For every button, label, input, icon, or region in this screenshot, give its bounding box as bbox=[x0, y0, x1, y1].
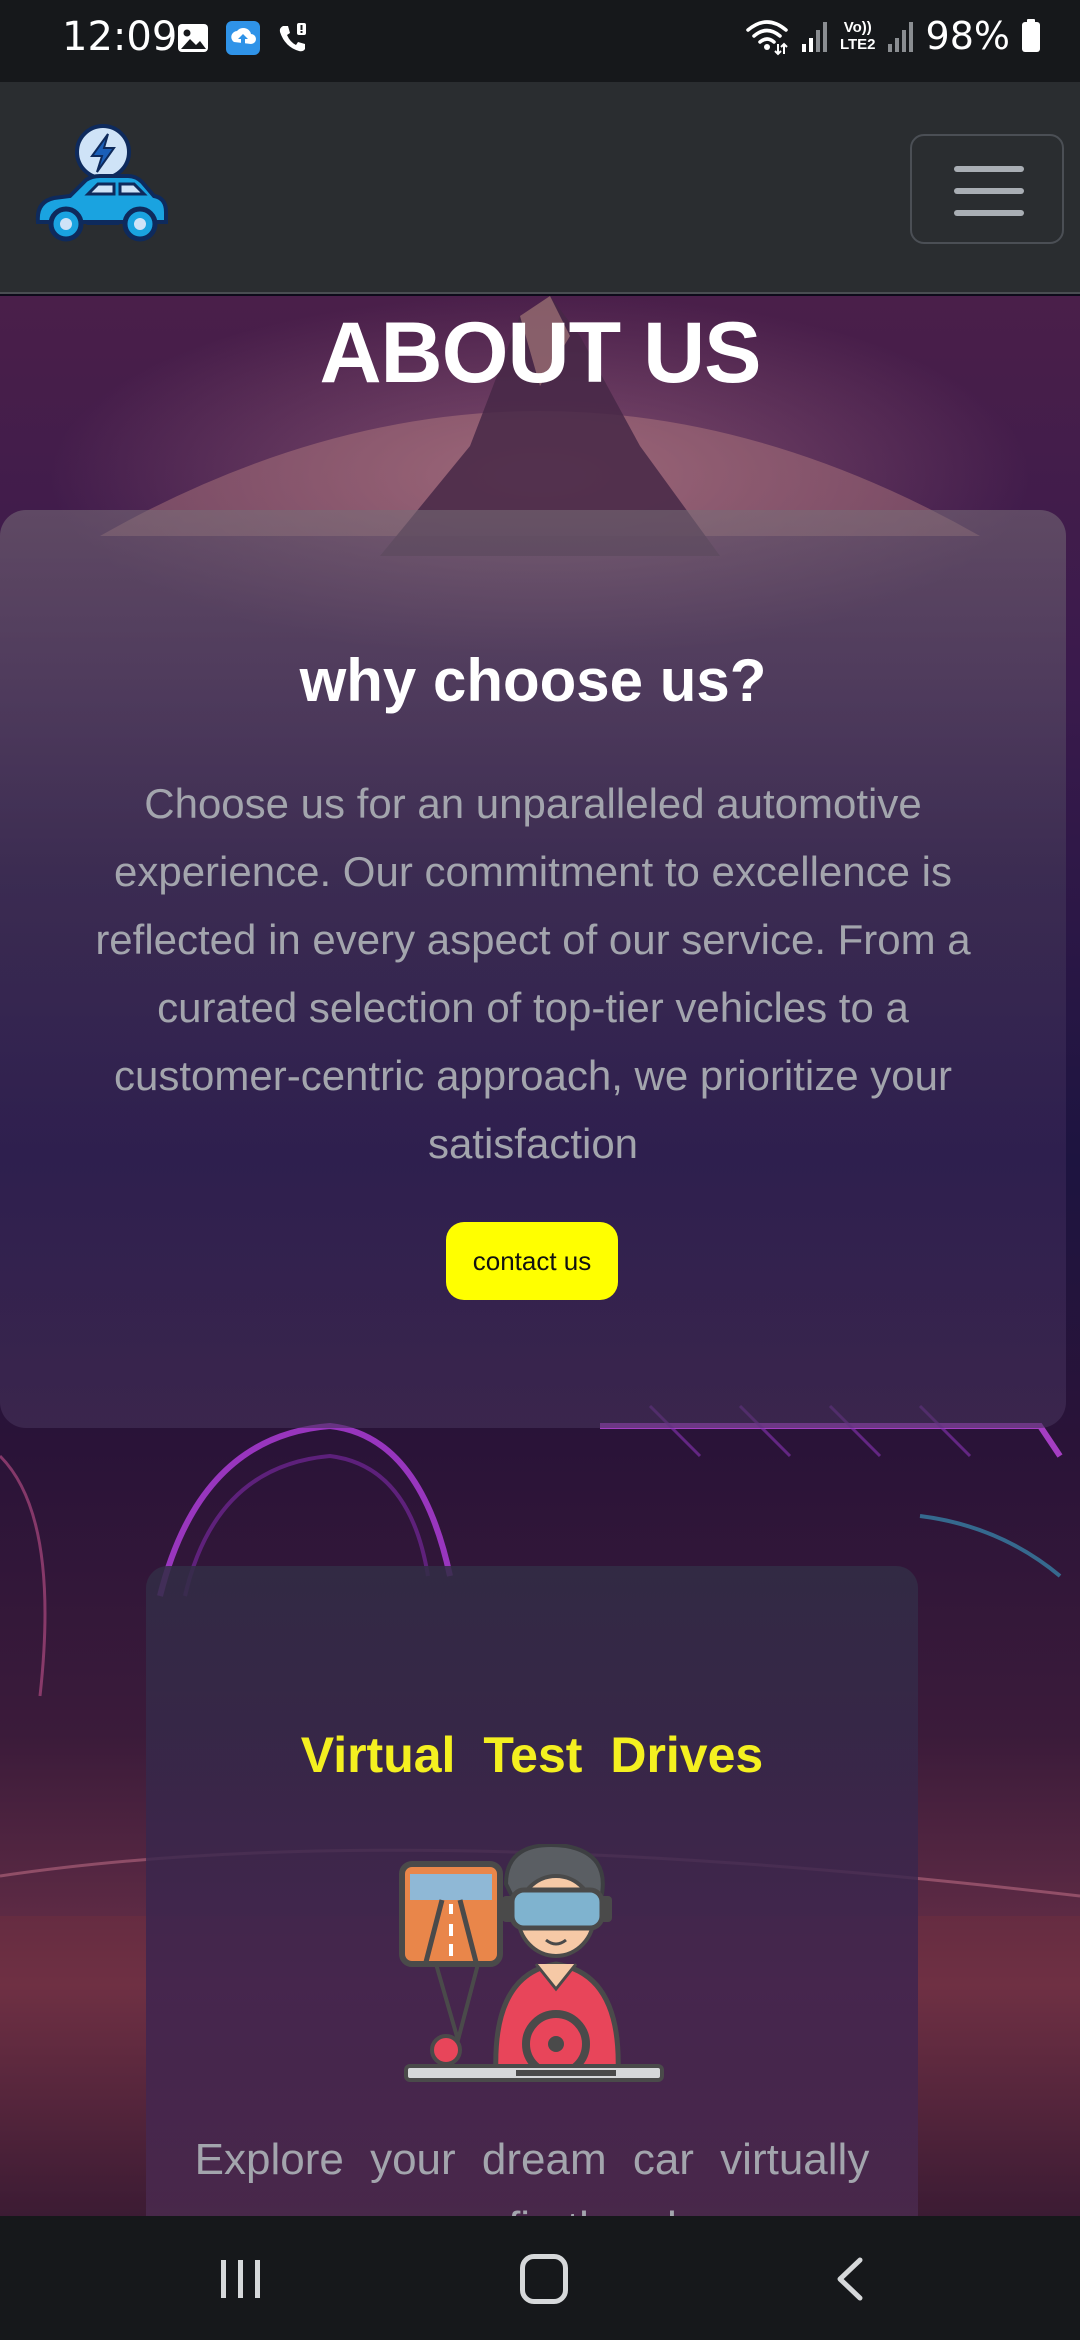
feature-description: Explore your dream car virtually — a fir… bbox=[194, 2135, 870, 2216]
wifi-icon bbox=[746, 20, 788, 56]
hamburger-icon-bar bbox=[954, 166, 1024, 172]
back-icon[interactable] bbox=[830, 2256, 870, 2302]
vr-driver-icon bbox=[399, 1844, 664, 2082]
battery-icon bbox=[1022, 19, 1040, 52]
signal-icon-2 bbox=[887, 22, 913, 52]
status-bar: 12:09 Vo)) LTE2 98% bbox=[0, 0, 1080, 82]
about-section: ABOUT US why choose us? Choose us for an… bbox=[0, 296, 1080, 2216]
wifi-call-icon bbox=[279, 23, 306, 52]
hamburger-icon-bar bbox=[954, 188, 1024, 194]
contact-us-button[interactable]: contact us bbox=[446, 1222, 618, 1300]
why-choose-us-card: why choose us? Choose us for an unparall… bbox=[0, 510, 1066, 1428]
status-time: 12:09 bbox=[62, 14, 178, 60]
ev-car-logo[interactable] bbox=[30, 124, 170, 254]
why-description: Choose us for an unparalleled automotive… bbox=[95, 780, 971, 1167]
navbar bbox=[0, 82, 1080, 294]
menu-toggle-button[interactable] bbox=[910, 134, 1064, 244]
system-navigation-bar bbox=[0, 2216, 1080, 2340]
hamburger-icon-bar bbox=[954, 210, 1024, 216]
cloud-upload-icon bbox=[226, 21, 260, 55]
feature-card-virtual-test-drives: Virtual Test Drives Explore your dream c… bbox=[146, 1566, 918, 2216]
recent-apps-icon[interactable] bbox=[218, 2256, 264, 2302]
home-icon[interactable] bbox=[520, 2254, 568, 2304]
gallery-icon bbox=[178, 24, 208, 52]
feature-title: Virtual Test Drives bbox=[300, 1727, 764, 1783]
system-status-icons: Vo)) LTE2 98% bbox=[744, 14, 1042, 58]
signal-icon bbox=[801, 22, 827, 52]
volte-icon: Vo)) LTE2 bbox=[839, 19, 876, 53]
page-title: ABOUT US bbox=[319, 305, 761, 401]
notification-icons bbox=[175, 20, 311, 56]
why-title: why choose us? bbox=[299, 647, 767, 714]
battery-percent: 98% bbox=[925, 14, 1010, 58]
